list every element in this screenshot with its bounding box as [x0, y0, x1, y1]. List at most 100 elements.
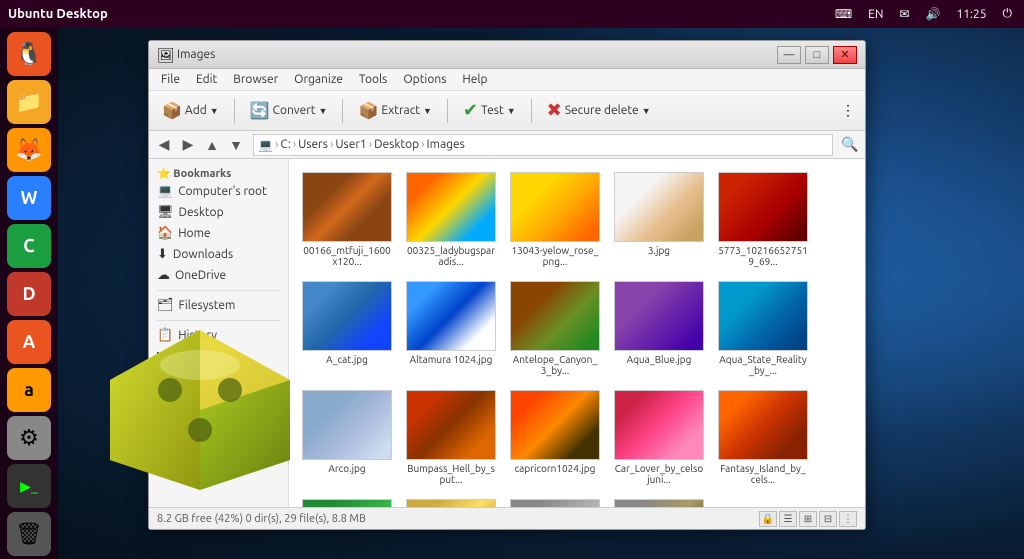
desktop-label: Desktop — [179, 206, 224, 219]
file-name: 3.jpg — [648, 245, 670, 256]
view-details-button[interactable]: ☰ — [779, 511, 797, 527]
close-button[interactable]: ✕ — [833, 46, 857, 64]
dock-icon-calc[interactable]: C — [7, 224, 51, 268]
power-icon[interactable]: ⏻ — [999, 7, 1017, 21]
file-item[interactable]: capricorn1024.jpg — [505, 385, 605, 490]
test-dropdown-icon: ▼ — [507, 106, 516, 116]
downloads-icon: ⬇ — [157, 247, 168, 262]
dock-icon-terminal[interactable]: ▶_ — [7, 464, 51, 508]
toolbar-separator-3 — [447, 99, 448, 123]
search-button[interactable]: 🔍 — [839, 134, 861, 156]
sound-icon[interactable]: 🔊 — [922, 7, 945, 21]
menu-options[interactable]: Options — [395, 71, 454, 88]
dock-icon-draw[interactable]: D — [7, 272, 51, 316]
extract-button[interactable]: 📦 Extract ▼ — [349, 96, 440, 126]
breadcrumb-user1[interactable]: User1 — [335, 138, 366, 151]
breadcrumb-users[interactable]: Users — [298, 138, 328, 151]
file-item[interactable]: Aqua_State_Reality_by_... — [713, 276, 813, 381]
filesystem-icon: 🗂 — [157, 298, 174, 313]
status-view-controls: 🔒 ☰ ⊞ ⊟ ⋮ — [759, 511, 857, 527]
sidebar-item-history[interactable]: 📋 History — [149, 325, 288, 346]
dock-icon-appstore[interactable]: A — [7, 320, 51, 364]
history-icon: 📋 — [157, 328, 173, 343]
secure-delete-label: Secure delete — [565, 104, 639, 117]
sidebar-item-home[interactable]: 🏠 Home — [149, 223, 288, 244]
minimize-button[interactable]: — — [777, 46, 801, 64]
file-item[interactable]: 3.jpg — [609, 167, 709, 272]
downloads-label: Downloads — [173, 248, 233, 261]
convert-button[interactable]: 🔄 Convert ▼ — [241, 96, 337, 126]
file-item[interactable]: Car_Lover_by_celsojuni... — [609, 385, 709, 490]
file-item[interactable]: img15.jpg — [297, 494, 397, 507]
file-item[interactable]: 00325_ladybugsparadis... — [401, 167, 501, 272]
extract-dropdown-icon: ▼ — [423, 106, 432, 116]
file-item[interactable]: 00166_mtfuji_1600x120... — [297, 167, 397, 272]
dock-icon-trash[interactable]: 🗑 — [7, 512, 51, 556]
file-thumbnail — [302, 499, 392, 507]
file-item[interactable]: 13043-yelow_rose_png... — [505, 167, 605, 272]
file-item[interactable]: Fantasy_Island_by_cels... — [713, 385, 813, 490]
content-area: ⭐ Bookmarks 💻 Computer's root 🖥 Desktop … — [149, 159, 865, 507]
keyboard-icon[interactable]: ⌨ — [831, 7, 856, 21]
lock-button[interactable]: 🔒 — [759, 511, 777, 527]
sidebar-item-desktop[interactable]: 🖥 Desktop — [149, 202, 288, 223]
breadcrumb[interactable]: 💻 › C: › Users › User1 › Desktop › Image… — [253, 134, 833, 156]
more-options-button[interactable]: ⋮ — [839, 511, 857, 527]
dock-icon-firefox[interactable]: 🦊 — [7, 128, 51, 172]
forward-button[interactable]: ▶ — [177, 134, 199, 156]
view-medium-button[interactable]: ⊞ — [799, 511, 817, 527]
file-thumbnail — [302, 172, 392, 242]
taskbar-title: Ubuntu Desktop — [8, 7, 108, 21]
file-item[interactable]: img18.jpg — [609, 494, 709, 507]
add-button[interactable]: 📦 Add ▼ — [153, 96, 228, 126]
breadcrumb-images[interactable]: Images — [427, 138, 465, 151]
file-item[interactable]: Bumpass_Hell_by_sput... — [401, 385, 501, 490]
bookmarks-label: ⭐ Bookmarks — [149, 163, 288, 181]
status-text: 8.2 GB free (42%) 0 dir(s), 29 file(s), … — [157, 513, 366, 525]
file-item[interactable]: Arco.jpg — [297, 385, 397, 490]
menu-edit[interactable]: Edit — [188, 71, 225, 88]
email-icon[interactable]: ✉ — [895, 7, 913, 21]
breadcrumb-c[interactable]: C: — [280, 138, 290, 151]
sidebar-item-downloads[interactable]: ⬇ Downloads — [149, 244, 288, 265]
convert-dropdown-icon: ▼ — [319, 106, 328, 116]
maximize-button[interactable]: □ — [805, 46, 829, 64]
menu-file[interactable]: File — [153, 71, 188, 88]
sidebar-item-onedrive[interactable]: ☁ OneDrive — [149, 265, 288, 286]
breadcrumb-computer[interactable]: 💻 — [258, 138, 273, 152]
sidebar-item-open[interactable]: ▶ Open — [149, 346, 288, 367]
lang-indicator[interactable]: EN — [864, 8, 887, 21]
breadcrumb-desktop[interactable]: Desktop — [374, 138, 419, 151]
file-name: Aqua_Blue.jpg — [627, 354, 692, 365]
file-item[interactable]: Altamura 1024.jpg — [401, 276, 501, 381]
secure-delete-button[interactable]: ✖ Secure delete ▼ — [538, 96, 660, 126]
menu-help[interactable]: Help — [454, 71, 495, 88]
history-dropdown-button[interactable]: ▼ — [225, 134, 247, 156]
file-item[interactable]: Antelope_Canyon_3_by... — [505, 276, 605, 381]
file-item[interactable]: img17.jpg — [505, 494, 605, 507]
desktop-icon: 🖥 — [157, 205, 174, 220]
address-bar: ◀ ▶ ▲ ▼ 💻 › C: › Users › User1 › Desktop… — [149, 131, 865, 159]
file-item[interactable]: Aqua_Blue.jpg — [609, 276, 709, 381]
sidebar-item-computer-root[interactable]: 💻 Computer's root — [149, 181, 288, 202]
back-button[interactable]: ◀ — [153, 134, 175, 156]
up-button[interactable]: ▲ — [201, 134, 223, 156]
file-item[interactable]: A_cat.jpg — [297, 276, 397, 381]
file-name: 00325_ladybugsparadis... — [406, 245, 496, 267]
dock-icon-writer[interactable]: W — [7, 176, 51, 220]
file-item[interactable]: 5773_102166527519_69... — [713, 167, 813, 272]
menu-browser[interactable]: Browser — [225, 71, 286, 88]
sidebar-item-filesystem[interactable]: 🗂 Filesystem — [149, 295, 288, 316]
dock-icon-settings[interactable]: ⚙ — [7, 416, 51, 460]
file-item[interactable]: img16.jpg — [401, 494, 501, 507]
menu-organize[interactable]: Organize — [286, 71, 351, 88]
sidebar-divider-2 — [157, 320, 280, 321]
view-large-button[interactable]: ⊟ — [819, 511, 837, 527]
toolbar-more-button[interactable]: ⋮ — [835, 98, 861, 123]
dock-icon-files[interactable]: 📁 — [7, 80, 51, 124]
test-button[interactable]: ✔ Test ▼ — [454, 96, 525, 126]
dock-icon-amazon[interactable]: a — [7, 368, 51, 412]
dock-icon-ubuntu[interactable]: 🐧 — [7, 32, 51, 76]
menu-tools[interactable]: Tools — [351, 71, 396, 88]
toolbar-separator-2 — [342, 99, 343, 123]
